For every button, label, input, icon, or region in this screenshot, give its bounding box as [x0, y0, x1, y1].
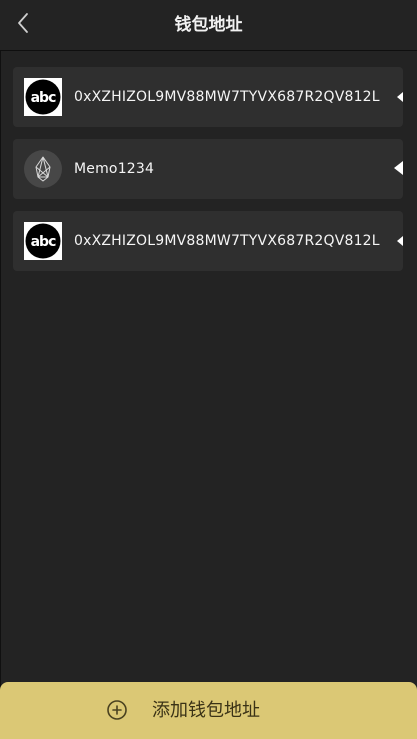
add-wallet-address-label: 添加钱包地址	[152, 700, 260, 721]
address-item[interactable]: abc 0xXZHIZOL9MV88MW7TYVX687R2QV812L	[13, 67, 403, 127]
address-item[interactable]: abc 0xXZHIZOL9MV88MW7TYVX687R2QV812L	[13, 211, 403, 271]
address-list: abc 0xXZHIZOL9MV88MW7TYVX687R2QV812L Mem…	[13, 67, 403, 283]
caret-left-icon	[397, 92, 403, 102]
address-label: 0xXZHIZOL9MV88MW7TYVX687R2QV812L	[74, 89, 380, 105]
page-title: 钱包地址	[174, 15, 243, 35]
abc-logo-icon: abc	[24, 78, 62, 116]
abc-logo-icon: abc	[24, 222, 62, 260]
address-label: 0xXZHIZOL9MV88MW7TYVX687R2QV812L	[74, 233, 380, 249]
caret-left-icon	[394, 161, 403, 175]
address-label: Memo1234	[74, 161, 155, 177]
eos-logo-icon	[24, 150, 62, 188]
plus-circle-icon	[106, 699, 128, 721]
top-bar: 钱包地址	[0, 0, 417, 51]
svg-text:abc: abc	[31, 90, 56, 106]
caret-left-icon	[397, 236, 403, 246]
address-item[interactable]: Memo1234	[13, 139, 403, 199]
svg-text:abc: abc	[31, 234, 56, 250]
add-wallet-address-button[interactable]: 添加钱包地址	[0, 682, 417, 739]
window-edge	[0, 0, 1, 739]
